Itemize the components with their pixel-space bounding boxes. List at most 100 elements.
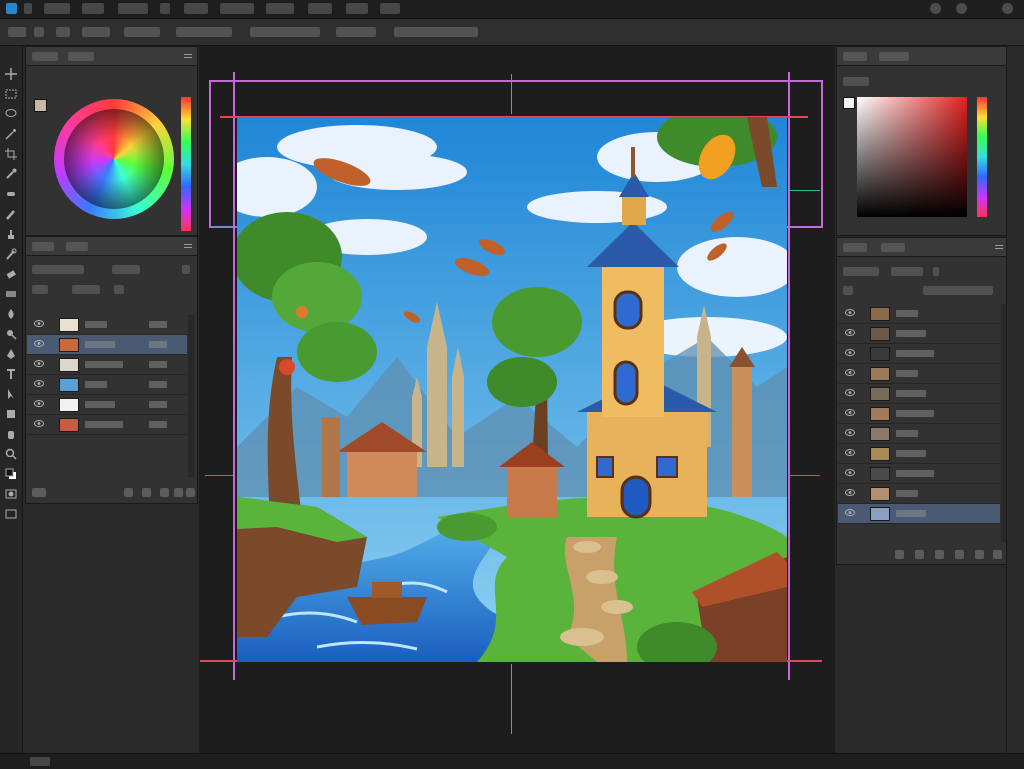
layer-name[interactable] (896, 310, 918, 317)
visibility-eye-icon[interactable] (845, 349, 855, 356)
layer-thumbnail[interactable] (59, 418, 79, 432)
layer-name[interactable] (896, 470, 934, 477)
foreground-background-swatch[interactable] (5, 468, 17, 480)
layer-name[interactable] (85, 361, 123, 368)
option-control[interactable] (124, 27, 160, 37)
trash-icon[interactable] (186, 488, 195, 497)
dodge-icon[interactable] (5, 328, 17, 340)
guide-line[interactable] (205, 475, 233, 476)
hue-slider[interactable] (181, 97, 191, 231)
visibility-eye-icon[interactable] (845, 309, 855, 316)
layer-filter-bar[interactable] (843, 265, 1001, 277)
panel-menu-icon[interactable] (184, 242, 192, 250)
visibility-eye-icon[interactable] (845, 489, 855, 496)
layer-row[interactable] (838, 324, 1000, 344)
tab-channels[interactable] (881, 243, 905, 252)
layer-thumbnail[interactable] (59, 378, 79, 392)
history-brush-icon[interactable] (5, 248, 17, 260)
quick-mask-icon[interactable] (5, 488, 17, 500)
eraser-icon[interactable] (5, 268, 17, 280)
layer-filter-bar[interactable] (32, 263, 190, 275)
layer-row[interactable] (838, 384, 1000, 404)
tool-preset-picker[interactable] (8, 27, 26, 37)
hand-icon[interactable] (5, 428, 17, 440)
eyedropper-icon[interactable] (5, 168, 17, 180)
tab-swatches[interactable] (879, 52, 909, 61)
layer-row[interactable] (838, 404, 1000, 424)
layer-name[interactable] (85, 381, 107, 388)
layer-row[interactable] (838, 364, 1000, 384)
layer-row[interactable] (838, 344, 1000, 364)
guide-line[interactable] (511, 664, 512, 734)
option-control[interactable] (336, 27, 376, 37)
visibility-eye-icon[interactable] (845, 449, 855, 456)
link-layers-icon[interactable] (895, 550, 904, 559)
layer-row[interactable] (838, 424, 1000, 444)
guide-line[interactable] (511, 74, 512, 114)
menu-item[interactable] (44, 3, 70, 14)
healing-icon[interactable] (5, 188, 17, 200)
visibility-eye-icon[interactable] (34, 400, 44, 407)
guide-line[interactable] (209, 80, 823, 82)
layer-thumbnail[interactable] (59, 398, 79, 412)
move-icon[interactable] (5, 68, 17, 80)
menu-item[interactable] (160, 3, 170, 14)
visibility-eye-icon[interactable] (845, 429, 855, 436)
layer-thumbnail[interactable] (870, 447, 890, 461)
blend-mode-bar[interactable] (843, 284, 1001, 296)
layer-thumbnail[interactable] (59, 318, 79, 332)
screen-mode-icon[interactable] (5, 508, 17, 520)
guide-line[interactable] (209, 80, 211, 228)
layer-name[interactable] (85, 401, 115, 408)
lasso-icon[interactable] (5, 108, 17, 120)
visibility-eye-icon[interactable] (34, 320, 44, 327)
new-layer-icon[interactable] (174, 488, 183, 497)
layer-name[interactable] (896, 370, 918, 377)
option-control[interactable] (176, 27, 232, 37)
layer-thumbnail[interactable] (870, 347, 890, 361)
layer-name[interactable] (896, 430, 918, 437)
visibility-eye-icon[interactable] (34, 340, 44, 347)
foreground-swatch[interactable] (34, 99, 47, 112)
layer-name[interactable] (896, 410, 934, 417)
brush-icon[interactable] (5, 208, 17, 220)
visibility-eye-icon[interactable] (34, 420, 44, 427)
layer-name[interactable] (896, 450, 926, 457)
adjustment-icon[interactable] (955, 550, 964, 559)
hue-slider[interactable] (977, 97, 987, 217)
app-logo-icon[interactable] (6, 3, 17, 14)
foreground-swatch[interactable] (843, 97, 855, 109)
layer-name[interactable] (896, 390, 926, 397)
blend-mode-bar[interactable] (32, 283, 190, 295)
collapsed-panel-strip[interactable] (1006, 46, 1024, 753)
fx-icon[interactable] (124, 488, 133, 497)
layer-thumbnail[interactable] (870, 467, 890, 481)
tab-channels[interactable] (66, 242, 88, 251)
menu-item[interactable] (184, 3, 208, 14)
tab-swatches[interactable] (68, 52, 94, 61)
panel-menu-icon[interactable] (995, 243, 1003, 251)
zoom-icon[interactable] (5, 448, 17, 460)
close-icon[interactable] (1002, 3, 1013, 14)
layer-name[interactable] (85, 341, 115, 348)
crop-icon[interactable] (5, 148, 17, 160)
guide-line[interactable] (821, 80, 823, 228)
panel-scrollbar[interactable] (188, 315, 194, 477)
pen-icon[interactable] (5, 348, 17, 360)
layer-thumbnail[interactable] (870, 367, 890, 381)
visibility-eye-icon[interactable] (34, 360, 44, 367)
layer-row[interactable] (27, 355, 187, 375)
menu-item[interactable] (346, 3, 368, 14)
layer-name[interactable] (85, 421, 123, 428)
layer-row[interactable] (27, 375, 187, 395)
maximize-icon[interactable] (956, 3, 967, 14)
option-control[interactable] (56, 27, 70, 37)
option-control[interactable] (34, 27, 44, 37)
path-select-icon[interactable] (5, 388, 17, 400)
visibility-eye-icon[interactable] (845, 409, 855, 416)
option-control[interactable] (82, 27, 110, 37)
menu-item[interactable] (380, 3, 400, 14)
link-layers-icon[interactable] (32, 488, 46, 497)
guide-line[interactable] (790, 475, 820, 476)
visibility-eye-icon[interactable] (845, 509, 855, 516)
